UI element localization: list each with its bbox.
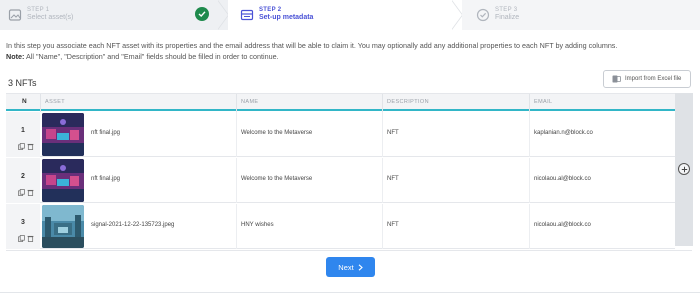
row-number-cell: 2	[6, 158, 40, 203]
asset-thumbnail	[42, 205, 84, 248]
trash-icon[interactable]	[27, 235, 34, 242]
header-name: NAME	[241, 99, 259, 105]
plus-icon	[681, 166, 687, 172]
row-number: 1	[21, 127, 25, 134]
header-asset: ASSET	[45, 99, 66, 105]
asset-thumbnail	[42, 113, 84, 156]
note-line: Note: All "Name", "Description" and "Ema…	[6, 51, 696, 62]
nft-count: 3 NFTs	[8, 78, 37, 88]
description-cell[interactable]: NFT	[387, 222, 399, 228]
step-1[interactable]: STEP 1 Select asset(s)	[0, 0, 228, 30]
step-2-number: STEP 2	[259, 7, 282, 13]
next-button-label: Next	[338, 262, 354, 272]
name-cell[interactable]: Welcome to the Metaverse	[241, 176, 312, 182]
divider	[0, 292, 700, 293]
asset-filename: nft final.jpg	[91, 130, 121, 136]
step-3-number: STEP 3	[495, 7, 518, 13]
intro-line: In this step you associate each NFT asse…	[6, 41, 618, 50]
asset-filename: nft final.jpg	[91, 176, 121, 182]
import-excel-button[interactable]: Import from Excel file	[603, 70, 691, 88]
table-row[interactable]: 2 nft final.jpg Welcome to the Metaverse…	[6, 158, 675, 203]
step-2[interactable]: STEP 2 Set-up metadata	[228, 0, 462, 30]
email-cell[interactable]: nicolaou.al@block.co	[534, 222, 591, 228]
add-column-button[interactable]	[678, 163, 690, 175]
metadata-icon	[240, 9, 254, 21]
table-row[interactable]: 3 signal-2021-12-22-135723.jpeg HNY wish…	[6, 204, 675, 249]
next-button[interactable]: Next	[326, 257, 375, 277]
row-number: 2	[21, 173, 25, 180]
row-number-cell: 1	[6, 112, 40, 157]
row-number-cell: 3	[6, 204, 40, 249]
description-cell[interactable]: NFT	[387, 130, 399, 136]
name-cell[interactable]: Welcome to the Metaverse	[241, 130, 312, 136]
divider	[6, 250, 692, 251]
check-outline-icon	[476, 8, 490, 22]
copy-icon[interactable]	[18, 189, 25, 196]
intro-text: In this step you associate each NFT asse…	[6, 40, 696, 62]
table-header: N ASSET NAME DESCRIPTION EMAIL	[6, 93, 675, 112]
note-text: All "Name", "Description" and "Email" fi…	[24, 52, 279, 61]
copy-icon[interactable]	[18, 235, 25, 242]
import-excel-label: Import from Excel file	[625, 76, 682, 82]
description-cell[interactable]: NFT	[387, 176, 399, 182]
header-n: N	[22, 98, 28, 105]
note-label: Note:	[6, 52, 25, 61]
header-description: DESCRIPTION	[387, 99, 429, 105]
step-1-number: STEP 1	[27, 7, 50, 13]
check-circle-icon	[195, 7, 209, 21]
trash-icon[interactable]	[27, 143, 34, 150]
step-3-label: Finalize	[495, 14, 520, 21]
email-cell[interactable]: kaplanian.n@block.co	[534, 130, 593, 136]
stepper: STEP 1 Select asset(s) STEP 2 Set-up met…	[0, 0, 700, 30]
header-email: EMAIL	[534, 99, 553, 105]
copy-icon[interactable]	[18, 143, 25, 150]
step-1-label: Select asset(s)	[27, 14, 74, 21]
asset-filename: signal-2021-12-22-135723.jpeg	[91, 222, 175, 228]
trash-icon[interactable]	[27, 189, 34, 196]
image-icon	[8, 9, 22, 21]
row-number: 3	[21, 219, 25, 226]
excel-icon	[612, 75, 621, 83]
chevron-right-icon	[358, 263, 363, 271]
email-cell[interactable]: nicolaou.al@block.co	[534, 176, 591, 182]
name-cell[interactable]: HNY wishes	[241, 222, 274, 228]
asset-thumbnail	[42, 159, 84, 202]
table-row[interactable]: 1 nft final.jpg Welcome to the Metaverse…	[6, 112, 675, 157]
step-2-label: Set-up metadata	[259, 14, 314, 21]
step-3[interactable]: STEP 3 Finalize	[462, 0, 700, 30]
